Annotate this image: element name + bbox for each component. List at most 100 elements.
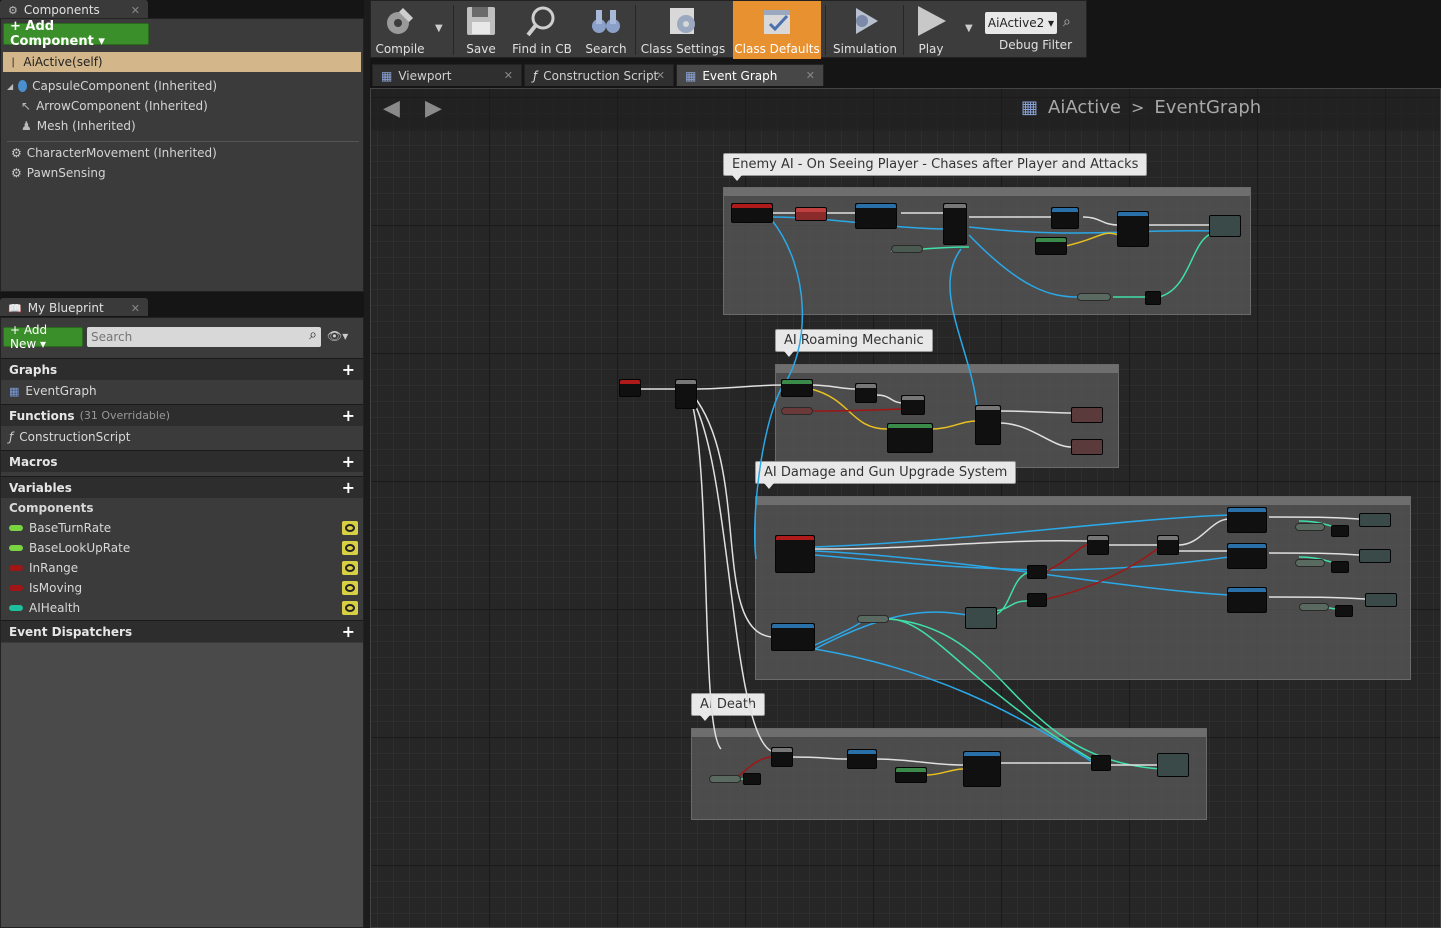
node-ai-move-to[interactable] xyxy=(1117,211,1149,247)
node-death-destroy[interactable] xyxy=(963,751,1001,787)
node-get-variable[interactable] xyxy=(891,245,923,253)
add-graph-icon[interactable]: + xyxy=(342,360,355,379)
play-button[interactable]: Play xyxy=(907,1,955,59)
view-options-icon[interactable]: 👁▾ xyxy=(327,329,348,343)
node-get-health[interactable] xyxy=(1077,293,1111,301)
node-delay[interactable] xyxy=(855,383,877,403)
node-cast-damage[interactable] xyxy=(771,623,815,651)
node-roam-out-a[interactable] xyxy=(1071,407,1103,423)
node-print-string[interactable] xyxy=(1035,237,1067,255)
graph-item-eventgraph[interactable]: ▦ EventGraph xyxy=(1,381,363,401)
visibility-eye-icon[interactable] xyxy=(342,581,358,595)
search-icon[interactable]: ⌕ xyxy=(309,327,317,343)
tree-item-mesh[interactable]: ♟ Mesh (Inherited) xyxy=(21,119,136,133)
find-in-cb-button[interactable]: Find in CB xyxy=(509,1,575,59)
event-graph-canvas[interactable]: ◀ ▶ ▦ AiActive > EventGraph Enemy AI - O… xyxy=(370,88,1441,928)
event-dispatchers-section[interactable]: Event Dispatchers + xyxy=(1,620,363,642)
visibility-eye-icon[interactable] xyxy=(342,601,358,615)
close-icon[interactable]: ✕ xyxy=(131,4,140,17)
tree-item-pawnsensing[interactable]: ⚙ PawnSensing xyxy=(11,166,106,180)
node-set-b[interactable] xyxy=(1359,549,1391,563)
node-get-death-health[interactable] xyxy=(709,775,741,783)
node-death-string[interactable] xyxy=(895,767,927,783)
node-sequence[interactable] xyxy=(943,203,967,245)
variable-row[interactable]: InRange xyxy=(1,558,363,578)
node-get-ai-health[interactable] xyxy=(857,615,889,623)
node-param-a[interactable] xyxy=(1295,523,1325,531)
add-macro-icon[interactable]: + xyxy=(342,452,355,471)
node-death-final[interactable] xyxy=(1157,753,1189,777)
node-subtract[interactable] xyxy=(965,607,997,629)
compile-button[interactable]: Compile xyxy=(371,1,429,59)
node-param-c[interactable] xyxy=(1299,603,1329,611)
my-blueprint-tab[interactable]: 📖 My Blueprint ✕ xyxy=(0,298,148,316)
node-mult-b[interactable] xyxy=(1331,561,1349,573)
node-upgrade-a[interactable] xyxy=(1227,507,1267,533)
compile-options-icon[interactable]: ▼ xyxy=(435,23,443,34)
variable-row[interactable]: AIHealth xyxy=(1,598,363,618)
node-mult-c[interactable] xyxy=(1335,605,1353,617)
node-death-branch[interactable] xyxy=(771,747,793,767)
components-tab[interactable]: ⚙ Components ✕ xyxy=(0,0,148,18)
save-button[interactable]: Save xyxy=(457,1,505,59)
close-icon[interactable]: ✕ xyxy=(656,69,665,82)
debug-search-icon[interactable]: ⌕ xyxy=(1063,14,1071,30)
variable-row[interactable]: BaseLookUpRate xyxy=(1,538,363,558)
variable-row[interactable]: IsMoving xyxy=(1,578,363,598)
macros-section[interactable]: Macros + xyxy=(1,450,363,472)
tree-item-charactermovement[interactable]: ⚙ CharacterMovement (Inherited) xyxy=(11,146,217,160)
node-set-a[interactable] xyxy=(1359,513,1391,527)
add-function-icon[interactable]: + xyxy=(342,406,355,425)
node-branch-chase[interactable] xyxy=(1209,215,1241,237)
node-set-bool[interactable] xyxy=(901,395,925,415)
close-icon[interactable]: ✕ xyxy=(504,69,513,82)
node-compare-a[interactable] xyxy=(1027,565,1047,579)
node-cast[interactable] xyxy=(795,207,827,221)
node-mult-a[interactable] xyxy=(1331,525,1349,537)
tree-item-capsule[interactable]: ◢ CapsuleComponent (Inherited) xyxy=(7,79,217,93)
tab-construction-script[interactable]: ƒ Construction Script ✕ xyxy=(524,64,674,86)
graphs-section[interactable]: Graphs + xyxy=(1,358,363,380)
node-event-any-damage[interactable] xyxy=(775,535,815,573)
node-timer-roam[interactable] xyxy=(781,379,813,397)
add-variable-icon[interactable]: + xyxy=(342,478,355,497)
node-random-location[interactable] xyxy=(887,423,933,453)
tab-viewport[interactable]: ▦ Viewport ✕ xyxy=(372,64,522,86)
variables-category-components[interactable]: Components xyxy=(1,498,363,518)
search-button[interactable]: Search xyxy=(579,1,633,59)
search-box[interactable]: ⌕ xyxy=(87,327,321,347)
self-row[interactable]: ❘ AiActive(self) xyxy=(3,52,361,72)
add-new-button[interactable]: + Add New ▾ xyxy=(3,323,83,351)
debug-object-select[interactable]: AiActive2 ▾ xyxy=(985,12,1057,34)
node-set-variable[interactable] xyxy=(1051,207,1079,229)
node-branch-a[interactable] xyxy=(1087,535,1109,555)
class-settings-button[interactable]: Class Settings xyxy=(639,1,727,59)
add-dispatcher-icon[interactable]: + xyxy=(342,622,355,641)
node-param-b[interactable] xyxy=(1295,559,1325,567)
node-event-see-pawn[interactable] xyxy=(731,203,773,223)
node-cast-to-character[interactable] xyxy=(855,203,897,229)
node-upgrade-c[interactable] xyxy=(1227,587,1267,613)
node-death-compare[interactable] xyxy=(743,773,761,785)
node-compare[interactable] xyxy=(1145,291,1161,305)
search-input[interactable] xyxy=(91,328,291,346)
tree-item-arrow[interactable]: ↖ ArrowComponent (Inherited) xyxy=(21,99,208,113)
node-move-to-roam[interactable] xyxy=(975,405,1001,445)
node-sequence-begin[interactable] xyxy=(675,379,697,409)
variable-row[interactable]: BaseTurnRate xyxy=(1,518,363,538)
node-event-begin-play[interactable] xyxy=(619,379,641,397)
visibility-eye-icon[interactable] xyxy=(342,541,358,555)
functions-section[interactable]: Functions (31 Overridable) + xyxy=(1,404,363,426)
node-death-delay[interactable] xyxy=(1091,755,1111,771)
play-options-icon[interactable]: ▼ xyxy=(965,23,973,34)
class-defaults-button[interactable]: Class Defaults xyxy=(733,1,821,59)
node-death-anim[interactable] xyxy=(847,749,877,769)
tab-event-graph[interactable]: ▦ Event Graph ✕ xyxy=(676,64,824,86)
add-component-button[interactable]: + Add Component ▾ xyxy=(3,19,149,49)
node-get-inrange[interactable] xyxy=(781,407,813,415)
variables-section[interactable]: Variables + xyxy=(1,476,363,498)
node-upgrade-b[interactable] xyxy=(1227,543,1267,569)
simulation-button[interactable]: Simulation xyxy=(829,1,901,59)
close-icon[interactable]: ✕ xyxy=(806,69,815,82)
node-set-c[interactable] xyxy=(1365,593,1397,607)
